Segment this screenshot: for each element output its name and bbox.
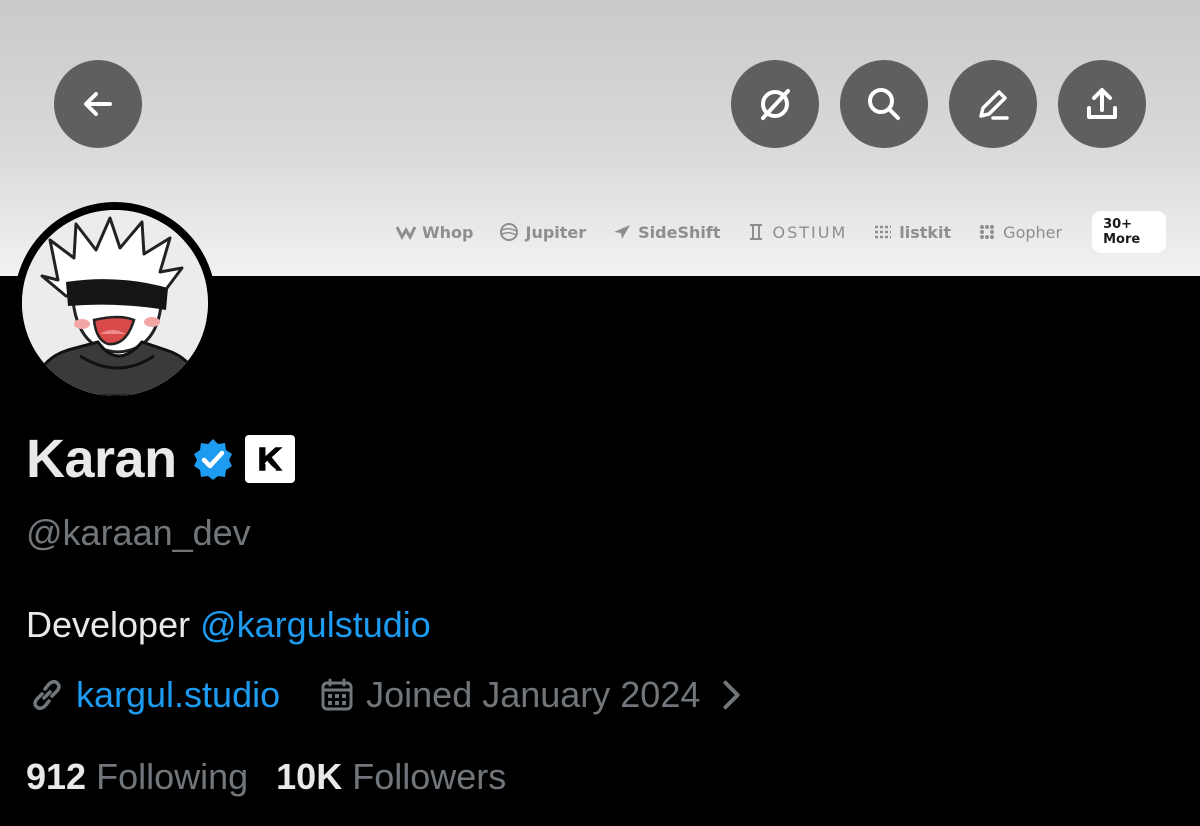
edit-icon <box>979 90 1009 120</box>
sponsor-logos: Whop Jupiter SideShift OSTIUM listkit Go… <box>396 211 1166 253</box>
grok-icon <box>761 89 790 120</box>
kargul-logo-icon <box>258 447 283 472</box>
sponsor-listkit: listkit <box>873 222 951 242</box>
followers-count: 10K <box>276 756 343 797</box>
sponsor-ostium: OSTIUM <box>746 222 847 242</box>
verified-badge-icon[interactable] <box>191 437 235 481</box>
edit-button[interactable] <box>949 60 1037 148</box>
sponsor-sideshift: SideShift <box>612 222 720 242</box>
share-icon <box>1087 88 1117 119</box>
avatar-frame <box>14 202 216 404</box>
sponsor-gopher: Gopher <box>977 222 1062 242</box>
bio-mention-link[interactable]: @kargulstudio <box>200 604 431 645</box>
followers-label: Followers <box>352 756 507 797</box>
sponsor-whop: Whop <box>396 222 473 242</box>
chevron-right-icon[interactable] <box>712 676 750 714</box>
sponsor-jupiter: Jupiter <box>499 222 586 242</box>
share-button[interactable] <box>1058 60 1146 148</box>
search-icon <box>868 88 900 120</box>
calendar-icon <box>321 678 353 711</box>
more-sponsors-badge[interactable]: 30+ More <box>1092 211 1166 253</box>
gopher-logo-icon <box>980 225 995 239</box>
grok-button[interactable] <box>731 60 819 148</box>
following-link[interactable]: 912 Following <box>26 756 248 798</box>
following-count: 912 <box>26 756 87 797</box>
avatar[interactable] <box>22 210 208 396</box>
joined-date[interactable]: Joined January 2024 <box>366 674 700 716</box>
display-name: Karan <box>26 429 177 489</box>
followers-link[interactable]: 10K Followers <box>276 756 506 798</box>
profile-stats: 912 Following 10K Followers <box>26 756 506 798</box>
jupiter-logo-icon <box>500 223 519 241</box>
arrow-left-icon <box>84 92 112 116</box>
whop-logo-icon <box>396 226 416 241</box>
search-button[interactable] <box>840 60 928 148</box>
listkit-logo-icon <box>875 225 892 239</box>
website-link[interactable]: kargul.studio <box>76 674 280 716</box>
profile-name-row: Karan <box>26 428 295 490</box>
link-icon <box>33 679 61 711</box>
profile-meta: kargul.studio Joined January 2024 <box>28 674 750 716</box>
ostium-logo-icon <box>750 224 763 240</box>
profile-bio: Developer @kargulstudio <box>26 604 431 646</box>
profile-handle: @karaan_dev <box>26 512 251 553</box>
affiliate-badge[interactable] <box>244 435 295 483</box>
back-button[interactable] <box>54 60 142 148</box>
bio-text: Developer <box>26 604 201 645</box>
sideshift-logo-icon <box>614 225 631 239</box>
following-label: Following <box>96 756 249 797</box>
avatar-illustration <box>22 210 208 396</box>
